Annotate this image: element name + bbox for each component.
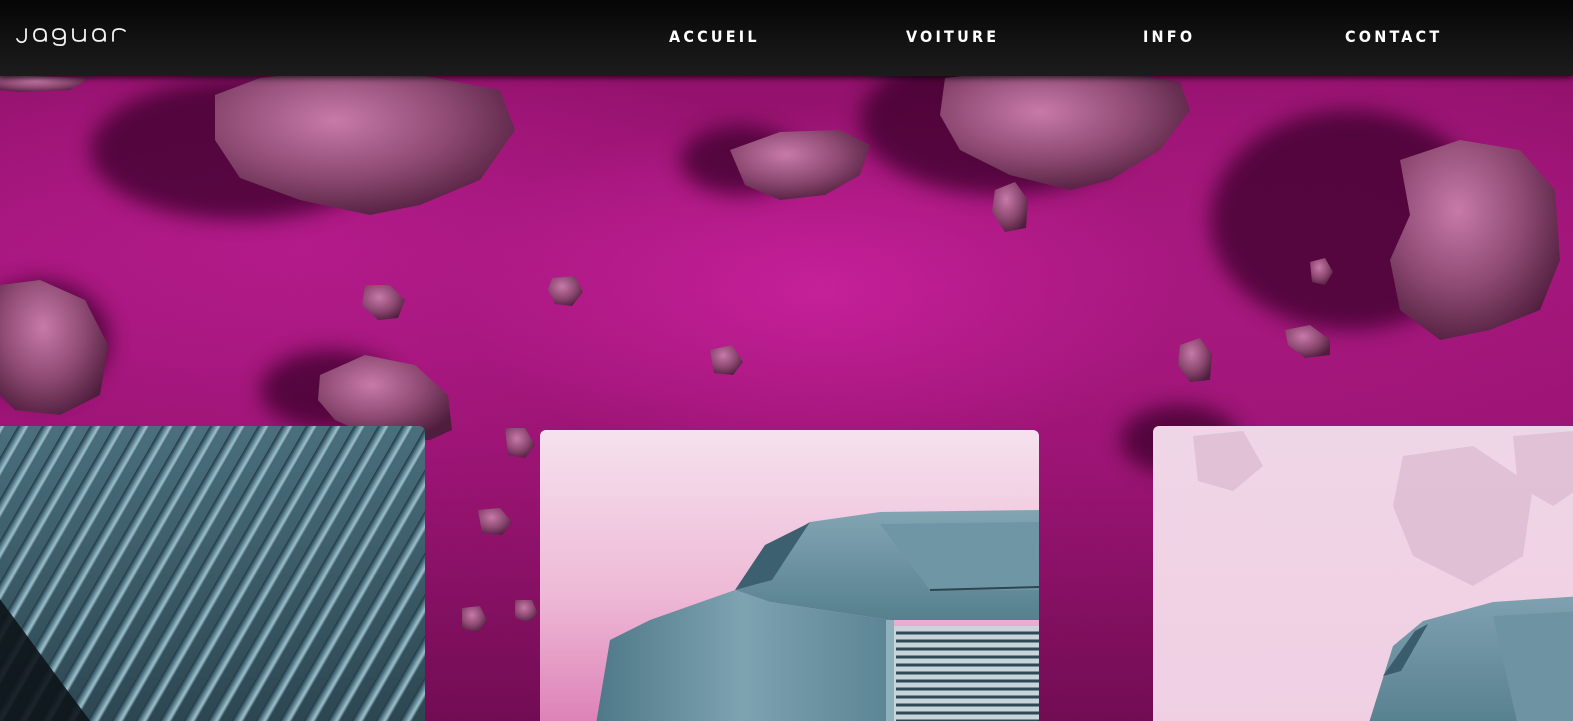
card-grille-closeup[interactable] [0,426,425,721]
nav-link-voiture[interactable]: VOITURE [906,26,999,48]
page: ACCUEIL VOITURE INFO CONTACT [0,0,1573,721]
nav-link-accueil[interactable]: ACCUEIL [669,26,760,48]
car-faded-image [1153,426,1573,721]
card-car-front[interactable] [540,430,1039,721]
jaguar-logo[interactable] [15,22,137,48]
jaguar-wordmark-icon [16,28,126,47]
nav-link-contact[interactable]: CONTACT [1345,26,1442,48]
grille-closeup-image [0,426,425,721]
top-navbar: ACCUEIL VOITURE INFO CONTACT [0,0,1573,76]
car-front-image [540,430,1039,721]
card-car-faded[interactable] [1153,426,1573,721]
nav-link-info[interactable]: INFO [1143,26,1195,48]
